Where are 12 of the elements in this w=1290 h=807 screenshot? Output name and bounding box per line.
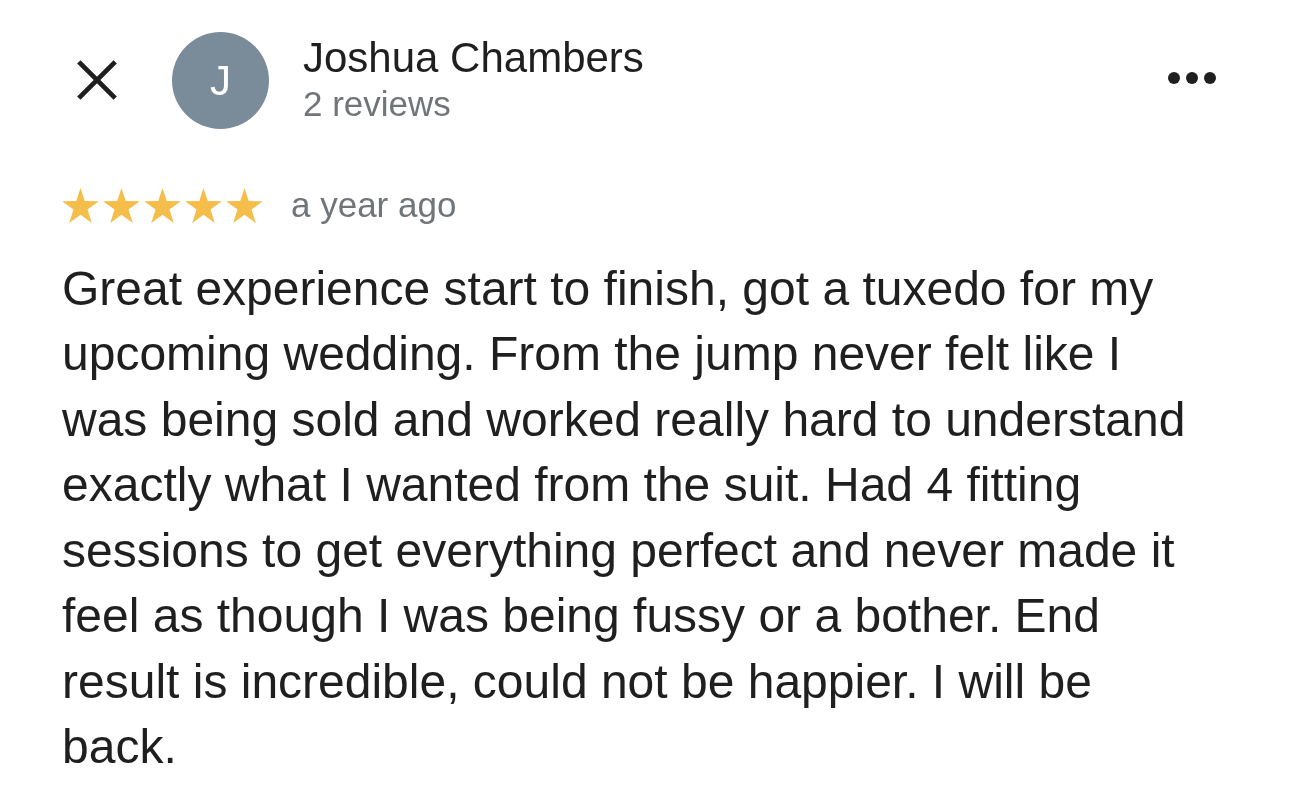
close-icon bbox=[75, 58, 119, 102]
avatar: J bbox=[172, 32, 269, 129]
review-time: a year ago bbox=[291, 184, 457, 226]
review-text: Great experience start to finish, got a tuxedo for my upcoming wedding. From the jump never felt like I was being sold and worked really hard to understand exactly what I wanted from the suit. Had 4 fitting sessions to get everything perfect and never made it feel as though I was being fussy or a bother. End result is incredible, could not be happier. I will be back. bbox=[62, 260, 1187, 775]
star-filled-icon bbox=[144, 187, 181, 223]
star-filled-icon bbox=[185, 187, 222, 223]
star-filled-icon bbox=[226, 187, 263, 223]
star-filled-icon bbox=[62, 187, 99, 223]
more-icon bbox=[1168, 71, 1216, 85]
reviewer-name: Joshua Chambers bbox=[303, 34, 644, 82]
star-filled-icon bbox=[103, 187, 140, 223]
review-count: 2 reviews bbox=[303, 83, 452, 125]
